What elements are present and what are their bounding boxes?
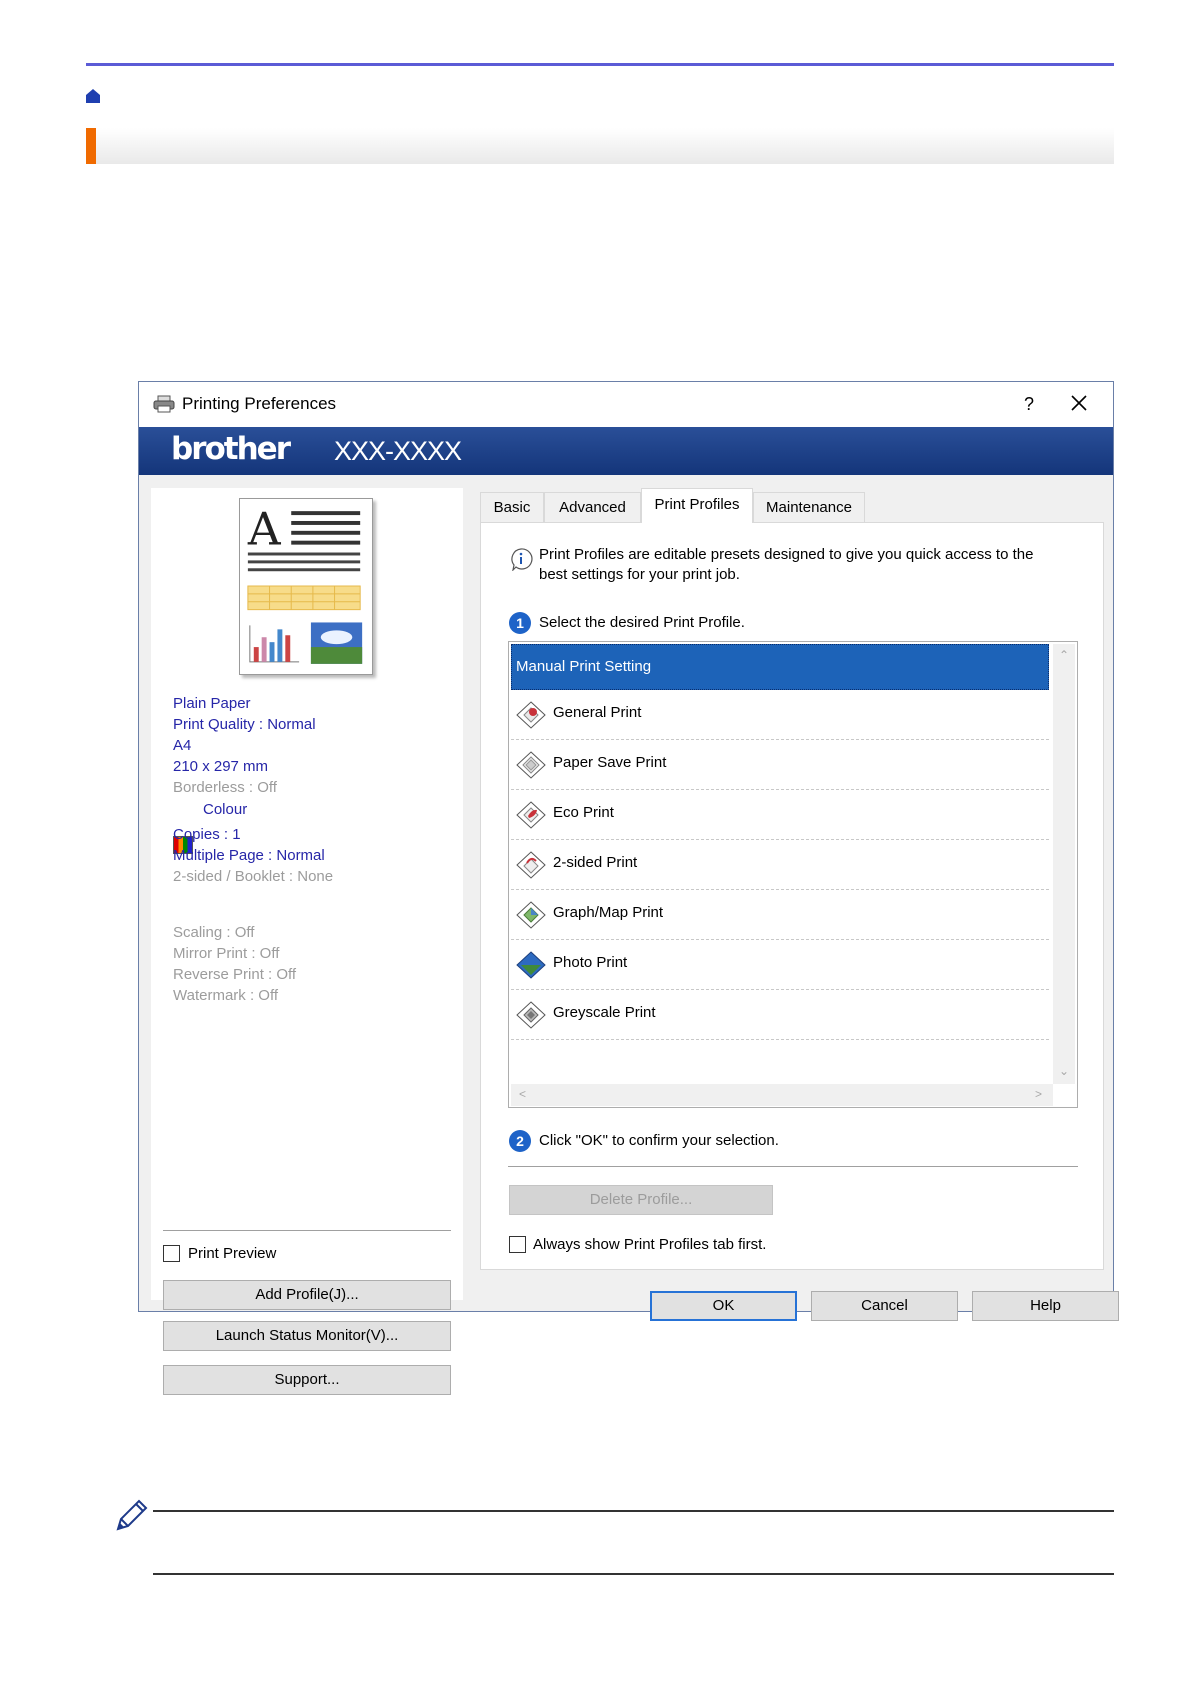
- home-icon[interactable]: [85, 88, 101, 104]
- top-rule: [86, 63, 1114, 66]
- profile-label: Greyscale Print: [553, 1004, 656, 1021]
- profile-label: Photo Print: [553, 954, 628, 971]
- print-quality: Print Quality : Normal: [173, 716, 316, 733]
- profile-item-graph-map-print[interactable]: Graph/Map Print: [511, 890, 1049, 940]
- profile-item-greyscale-print[interactable]: Greyscale Print: [511, 990, 1049, 1040]
- intro-text: Print Profiles are editable presets desi…: [539, 546, 1034, 583]
- print-profiles-tab-panel: Print Profiles are editable presets desi…: [480, 522, 1104, 1270]
- borderless-status: Borderless : Off: [173, 779, 277, 796]
- scaling-status: Scaling : Off: [173, 924, 255, 941]
- close-icon[interactable]: [1057, 388, 1101, 418]
- page-preview-thumbnail: A: [239, 498, 373, 675]
- always-show-checkbox[interactable]: [509, 1236, 526, 1253]
- profile-item-photo-print[interactable]: Photo Print: [511, 940, 1049, 990]
- colour-mode: Colour: [203, 801, 248, 818]
- horizontal-scrollbar[interactable]: < >: [511, 1084, 1053, 1106]
- mirror-print-status: Mirror Print : Off: [173, 945, 280, 962]
- tab-advanced[interactable]: Advanced: [544, 492, 641, 522]
- scroll-up-icon[interactable]: ⌃: [1059, 648, 1069, 662]
- profile-label: 2-sided Print: [553, 854, 638, 871]
- always-show-label: Always show Print Profiles tab first.: [533, 1236, 767, 1253]
- svg-text:A: A: [247, 503, 282, 556]
- profile-list: Manual Print Setting General Print Paper…: [508, 641, 1078, 1108]
- info-icon: [511, 548, 533, 571]
- print-preview-checkbox[interactable]: [163, 1245, 180, 1262]
- delete-profile-button[interactable]: Delete Profile...: [509, 1185, 773, 1215]
- two-sided-print-icon: [516, 851, 546, 879]
- reverse-print-status: Reverse Print : Off: [173, 966, 297, 983]
- brand-banner: brother XXX-XXXX: [139, 427, 1113, 475]
- profile-label: Graph/Map Print: [553, 904, 664, 921]
- copies: Copies : 1: [173, 826, 241, 843]
- greyscale-print-icon: [516, 1001, 546, 1029]
- support-button[interactable]: Support...: [163, 1365, 451, 1395]
- eco-print-icon: [516, 801, 546, 829]
- vertical-scrollbar[interactable]: ⌃ ⌄: [1053, 644, 1075, 1084]
- multiple-page: Multiple Page : Normal: [173, 847, 325, 864]
- title-bar: Printing Preferences ?: [139, 382, 1113, 427]
- profile-label: Paper Save Print: [553, 754, 667, 771]
- settings-summary-panel: A Plain Paper Print Quality : Normal A4 …: [151, 488, 463, 1395]
- profile-item-paper-save-print[interactable]: Paper Save Print: [511, 740, 1049, 790]
- brand-logo: brother: [171, 431, 291, 467]
- scroll-right-icon[interactable]: >: [1035, 1087, 1042, 1101]
- watermark-status: Watermark : Off: [173, 987, 279, 1004]
- profile-item-eco-print[interactable]: Eco Print: [511, 790, 1049, 840]
- step-1-text: Select the desired Print Profile.: [539, 614, 745, 631]
- profile-item-general-print[interactable]: General Print: [511, 690, 1049, 740]
- tab-basic[interactable]: Basic: [480, 492, 544, 522]
- section-heading-bar: [86, 128, 1114, 164]
- model-name: XXX-XXXX: [334, 436, 462, 466]
- paper-size: A4: [173, 737, 192, 754]
- tab-print-profiles[interactable]: Print Profiles: [641, 488, 753, 523]
- add-profile-button[interactable]: Add Profile(J)...: [163, 1280, 451, 1310]
- note-top-rule: [153, 1510, 1114, 1512]
- printing-preferences-dialog: Printing Preferences ? brother XXX-XXXX …: [138, 381, 1119, 1395]
- launch-status-monitor-button[interactable]: Launch Status Monitor(V)...: [163, 1321, 451, 1351]
- printer-icon: [153, 395, 175, 413]
- scroll-left-icon[interactable]: <: [519, 1087, 526, 1101]
- left-separator: [163, 1230, 451, 1231]
- help-button[interactable]: Help: [972, 1291, 1119, 1321]
- step-1-badge: 1: [509, 612, 531, 634]
- print-preview-label: Print Preview: [188, 1245, 277, 1262]
- paper-save-icon: [516, 751, 546, 779]
- step-2-text: Click "OK" to confirm your selection.: [539, 1132, 779, 1149]
- profile-label: Manual Print Setting: [516, 658, 652, 675]
- general-print-icon: [516, 701, 546, 729]
- right-separator: [508, 1166, 1078, 1167]
- two-sided-status: 2-sided / Booklet : None: [173, 868, 334, 885]
- graph-map-print-icon: [516, 901, 546, 929]
- step-2-badge: 2: [509, 1130, 531, 1152]
- profile-item-manual-print-setting[interactable]: Manual Print Setting: [511, 644, 1049, 690]
- profile-label: Eco Print: [553, 804, 614, 821]
- note-bottom-rule: [153, 1573, 1114, 1575]
- photo-print-icon: [516, 951, 546, 979]
- title-help-button[interactable]: ?: [1009, 390, 1049, 418]
- cancel-button[interactable]: Cancel: [811, 1291, 958, 1321]
- scroll-down-icon[interactable]: ⌄: [1059, 1064, 1069, 1078]
- profile-item-2-sided-print[interactable]: 2-sided Print: [511, 840, 1049, 890]
- ok-button[interactable]: OK: [650, 1291, 797, 1321]
- profile-label: General Print: [553, 704, 642, 721]
- paper-type: Plain Paper: [173, 695, 251, 712]
- pencil-icon: [116, 1499, 148, 1531]
- dialog-title: Printing Preferences: [182, 394, 337, 413]
- section-accent: [86, 128, 96, 164]
- paper-dimensions: 210 x 297 mm: [173, 758, 269, 775]
- tab-maintenance[interactable]: Maintenance: [753, 492, 865, 522]
